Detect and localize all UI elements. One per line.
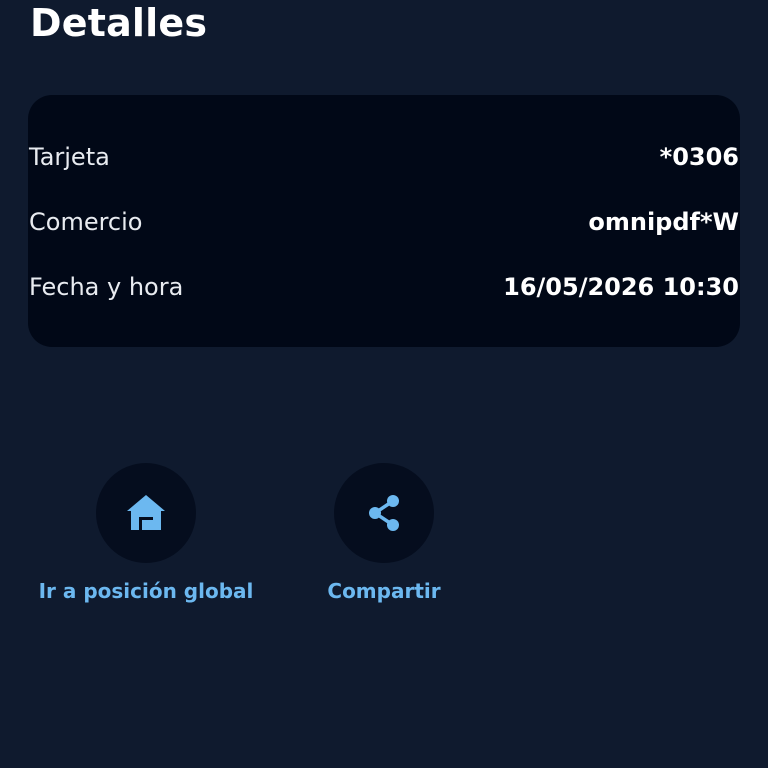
share-button-circle[interactable] — [334, 463, 434, 563]
global-position-button-circle[interactable] — [96, 463, 196, 563]
detail-label: Tarjeta — [29, 143, 110, 171]
global-position-button[interactable]: Ir a posición global — [16, 463, 276, 603]
detail-label: Comercio — [29, 208, 143, 236]
detail-value: 16/05/2026 10:30 — [503, 273, 739, 301]
detail-value: omnipdf*W — [588, 208, 739, 236]
global-position-label[interactable]: Ir a posición global — [39, 579, 254, 603]
detail-row-comercio: Comercio omnipdf*W — [29, 202, 739, 242]
detail-row-tarjeta: Tarjeta *0306 — [29, 137, 739, 177]
detail-row-fecha-hora: Fecha y hora 16/05/2026 10:30 — [29, 267, 739, 307]
share-icon — [369, 495, 399, 531]
page-title: Detalles — [30, 1, 208, 45]
share-label[interactable]: Compartir — [327, 579, 440, 603]
home-icon — [127, 495, 165, 530]
share-button[interactable]: Compartir — [254, 463, 514, 603]
detail-label: Fecha y hora — [29, 273, 184, 301]
detail-value: *0306 — [659, 143, 739, 171]
